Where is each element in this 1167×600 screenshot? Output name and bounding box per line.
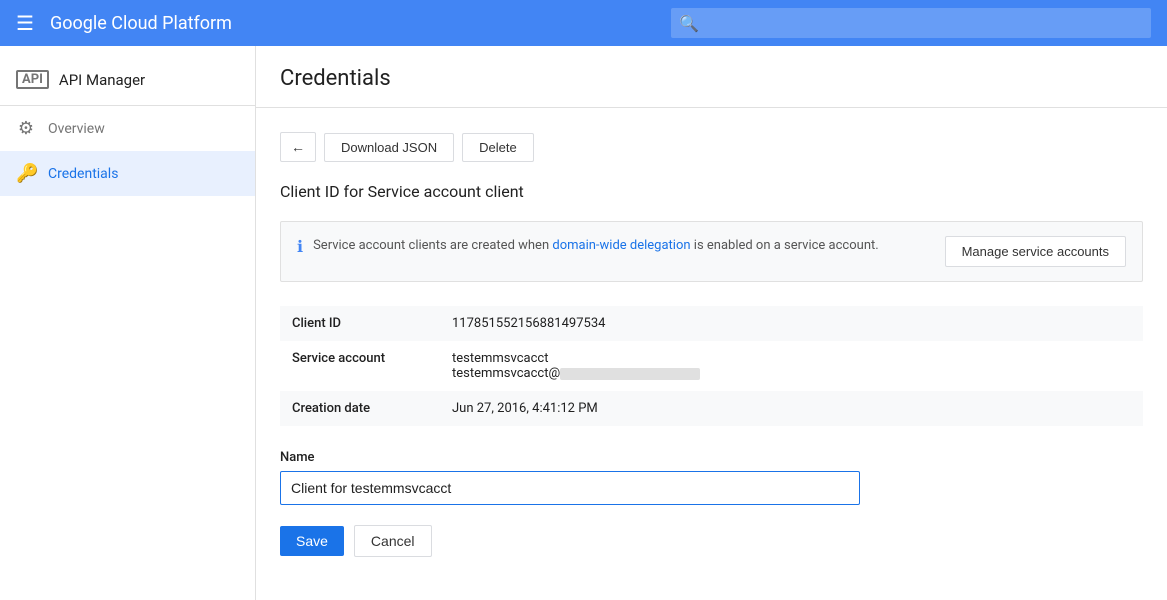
creation-date-label: Creation date — [280, 391, 440, 426]
page-header: Credentials — [256, 46, 1167, 108]
download-json-button[interactable]: Download JSON — [324, 133, 454, 162]
info-box-content: ℹ Service account clients are created wh… — [297, 236, 879, 256]
service-account-value: testemmsvcacct testemmsvcacct@ — [440, 341, 1143, 391]
info-icon: ℹ — [297, 237, 303, 256]
details-table: Client ID 117851552156881497534 Service … — [280, 306, 1143, 426]
cancel-button[interactable]: Cancel — [354, 525, 432, 557]
layout: API API Manager ⚙ Overview 🔑 Credentials… — [0, 46, 1167, 600]
client-id-label: Client ID — [280, 306, 440, 341]
table-row: Client ID 117851552156881497534 — [280, 306, 1143, 341]
menu-icon[interactable]: ☰ — [16, 11, 34, 35]
table-row: Service account testemmsvcacct testemmsv… — [280, 341, 1143, 391]
service-account-email-prefix: testemmsvcacct@ — [452, 366, 560, 381]
info-text: Service account clients are created when… — [313, 236, 879, 256]
name-field-group: Name — [280, 450, 1143, 505]
client-id-value: 117851552156881497534 — [440, 306, 1143, 341]
info-box: ℹ Service account clients are created wh… — [280, 221, 1143, 282]
info-text-after: is enabled on a service account. — [691, 238, 879, 253]
service-account-label: Service account — [280, 341, 440, 391]
manage-service-accounts-button[interactable]: Manage service accounts — [945, 236, 1126, 267]
sidebar-item-overview-label: Overview — [48, 121, 105, 137]
name-input[interactable] — [280, 471, 860, 505]
redacted-email — [560, 368, 700, 380]
sidebar-header-title: API Manager — [59, 71, 145, 89]
info-text-before: Service account clients are created when — [313, 238, 552, 253]
overview-icon: ⚙ — [16, 118, 36, 139]
name-label: Name — [280, 450, 1143, 465]
action-row: Save Cancel — [280, 525, 1143, 557]
save-button[interactable]: Save — [280, 526, 344, 556]
sidebar: API API Manager ⚙ Overview 🔑 Credentials — [0, 46, 256, 600]
search-input[interactable] — [671, 8, 1151, 38]
search-wrapper: 🔍 — [671, 8, 1151, 38]
back-button[interactable]: ← — [280, 132, 316, 162]
app-title: Google Cloud Platform — [50, 13, 655, 34]
page-subtitle: Client ID for Service account client — [280, 182, 1143, 201]
sidebar-header: API API Manager — [0, 54, 255, 105]
sidebar-item-credentials-label: Credentials — [48, 166, 118, 182]
sidebar-item-overview[interactable]: ⚙ Overview — [0, 106, 255, 151]
delete-button[interactable]: Delete — [462, 133, 534, 162]
main-content: Credentials ← Download JSON Delete Clien… — [256, 46, 1167, 600]
service-account-name: testemmsvcacct — [452, 351, 548, 366]
creation-date-value: Jun 27, 2016, 4:41:12 PM — [440, 391, 1143, 426]
table-row: Creation date Jun 27, 2016, 4:41:12 PM — [280, 391, 1143, 426]
sidebar-item-credentials[interactable]: 🔑 Credentials — [0, 151, 255, 196]
page-title: Credentials — [280, 66, 1143, 91]
api-badge: API — [16, 70, 49, 89]
content-area: ← Download JSON Delete Client ID for Ser… — [256, 108, 1167, 581]
domain-wide-delegation-link[interactable]: domain-wide delegation — [552, 238, 690, 253]
toolbar: ← Download JSON Delete — [280, 132, 1143, 162]
credentials-icon: 🔑 — [16, 163, 36, 184]
topbar: ☰ Google Cloud Platform 🔍 — [0, 0, 1167, 46]
